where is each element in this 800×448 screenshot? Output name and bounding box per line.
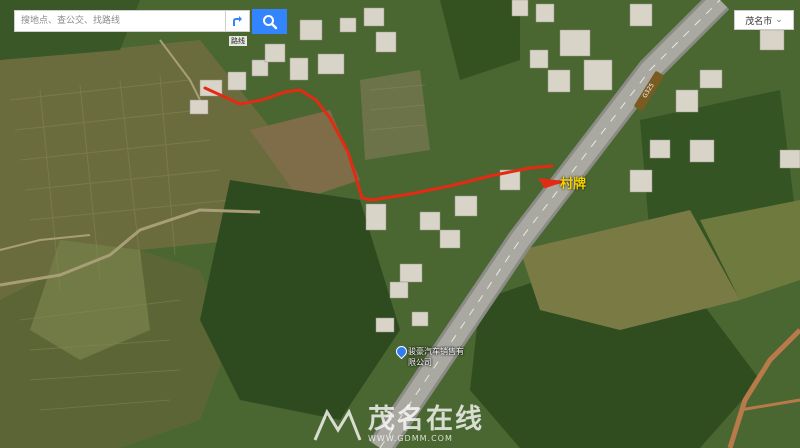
directions-icon [232, 16, 242, 26]
chevron-down-icon: ⌄ [775, 15, 783, 25]
search-input[interactable] [15, 11, 225, 31]
route-label: 路线 [229, 36, 247, 46]
satellite-map[interactable] [0, 0, 800, 448]
search-icon [262, 14, 277, 29]
search-box[interactable] [14, 10, 226, 32]
watermark-url: WWW.GDMM.COM [368, 433, 453, 443]
watermark-brand: 茂名在线 [368, 403, 484, 435]
village-sign-label: 村牌 [560, 177, 587, 192]
watermark: 茂名在线 WWW.GDMM.COM [312, 404, 484, 444]
poi-label[interactable]: 骏豪汽车销售有限公司 [408, 346, 468, 368]
city-name: 茂名市 [745, 16, 773, 27]
city-select[interactable]: 茂名市 ⌄ [734, 10, 794, 30]
route-button[interactable] [226, 10, 250, 32]
search-button[interactable] [252, 9, 287, 34]
